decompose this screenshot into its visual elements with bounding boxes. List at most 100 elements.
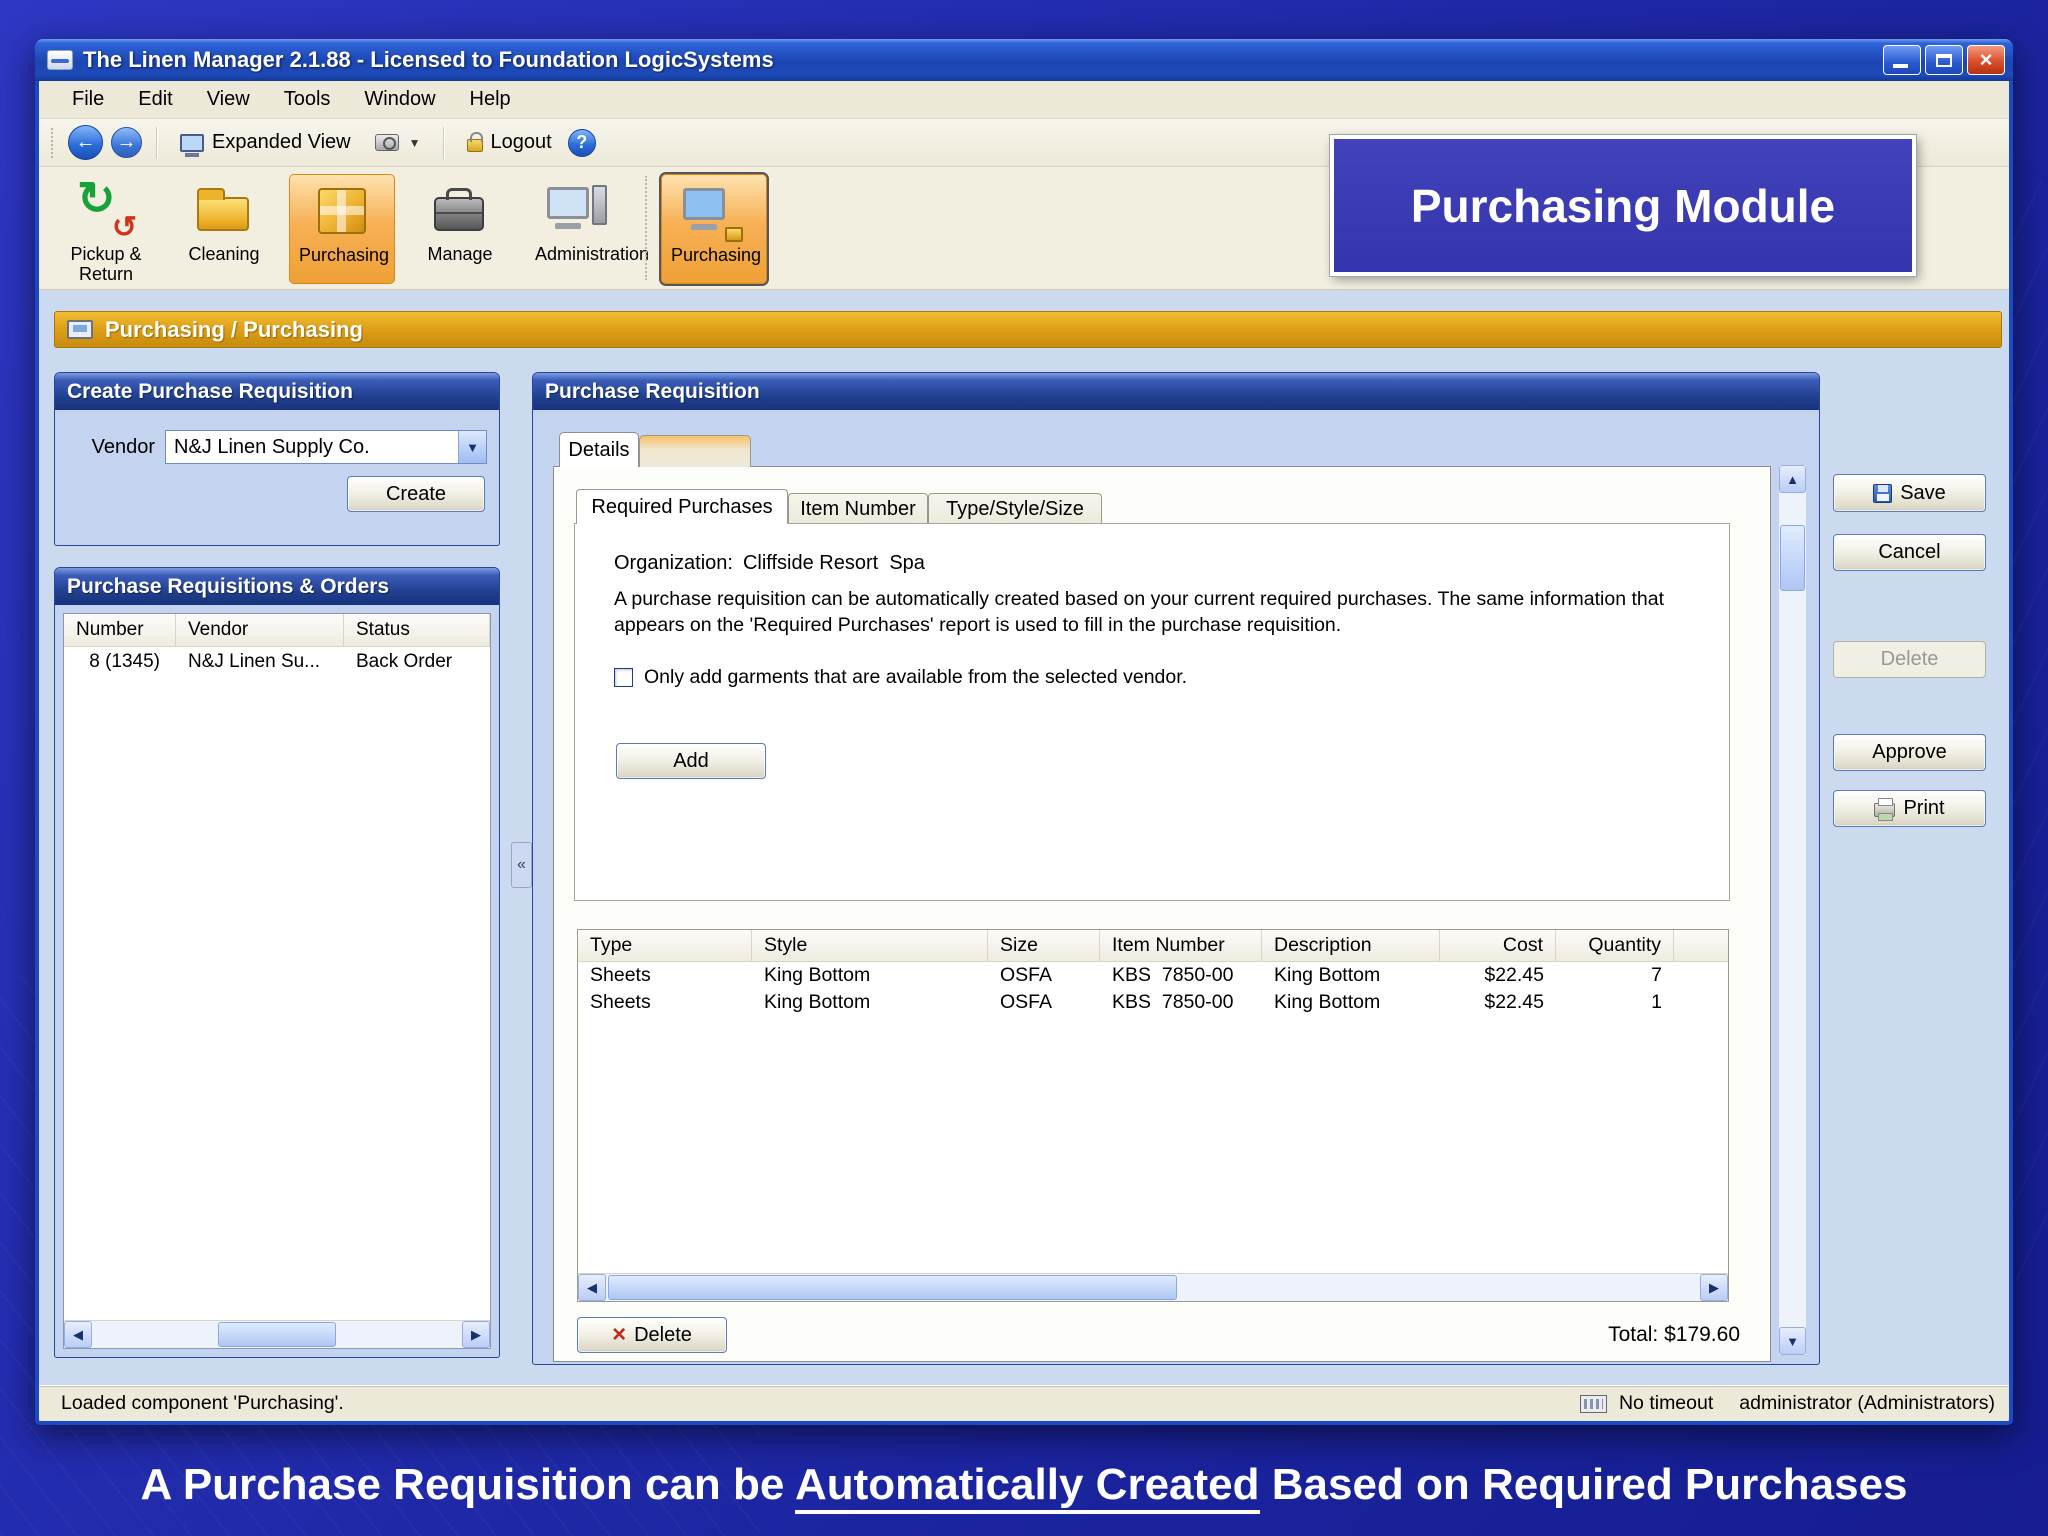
item-cost: $22.45: [1484, 991, 1544, 1013]
approve-button[interactable]: Approve: [1833, 734, 1986, 771]
list-item[interactable]: 8 (1345) N&J Linen Su... Back Order: [64, 647, 490, 676]
column-header-style[interactable]: Style: [752, 930, 988, 961]
logout-button[interactable]: Logout: [459, 127, 560, 158]
scrollbar-thumb[interactable]: [1780, 525, 1805, 591]
scroll-right-icon[interactable]: ▶: [462, 1321, 490, 1348]
requisitions-orders-panel: Purchase Requisitions & Orders Number Ve…: [54, 567, 500, 1358]
floppy-disk-icon: [1873, 483, 1893, 503]
help-button[interactable]: ?: [567, 128, 596, 157]
column-header-vendor[interactable]: Vendor: [176, 614, 344, 646]
table-row[interactable]: Sheets King Bottom OSFA KBS 7850-00 King…: [578, 962, 1728, 989]
back-button[interactable]: ←: [68, 125, 103, 160]
item-type: Sheets: [590, 964, 651, 986]
requisition-status: Back Order: [356, 650, 453, 672]
titlebar[interactable]: The Linen Manager 2.1.88 - Licensed to F…: [35, 39, 2013, 81]
status-message: Loaded component 'Purchasing'.: [61, 1392, 344, 1414]
column-header-quantity[interactable]: Quantity: [1556, 930, 1674, 961]
menu-tools[interactable]: Tools: [267, 82, 348, 117]
print-label: Print: [1903, 797, 1945, 819]
cancel-button[interactable]: Cancel: [1833, 534, 1986, 571]
cleaning-basket-icon: [191, 179, 257, 241]
panel-collapse-handle[interactable]: [511, 842, 532, 888]
forward-button[interactable]: →: [111, 127, 142, 158]
scroll-up-icon[interactable]: ▲: [1779, 465, 1806, 493]
close-button[interactable]: ×: [1967, 45, 2005, 75]
horizontal-scrollbar[interactable]: ◀ ▶: [64, 1320, 490, 1348]
minimize-button[interactable]: [1883, 45, 1921, 75]
add-button[interactable]: Add: [616, 743, 766, 779]
column-header-status[interactable]: Status: [344, 614, 490, 646]
inactive-tab[interactable]: [639, 435, 751, 467]
table-header: Type Style Size Item Number Description …: [578, 930, 1728, 962]
module-purchasing[interactable]: Purchasing: [289, 174, 395, 284]
vendor-dropdown-arrow-icon[interactable]: ▼: [458, 431, 486, 463]
print-button[interactable]: Print: [1833, 790, 1986, 827]
slide-caption: A Purchase Requisition can be Automatica…: [0, 1460, 2048, 1514]
maximize-icon: [1936, 53, 1952, 67]
item-size: OSFA: [1000, 964, 1053, 986]
column-header-cost[interactable]: Cost: [1440, 930, 1556, 961]
module-manage[interactable]: Manage: [407, 174, 513, 284]
horizontal-scrollbar[interactable]: ◀ ▶: [578, 1273, 1728, 1301]
logout-label: Logout: [490, 131, 552, 153]
scrollbar-track[interactable]: [1779, 493, 1806, 1327]
scroll-right-icon[interactable]: ▶: [1700, 1274, 1728, 1301]
save-label: Save: [1900, 481, 1946, 504]
scrollbar-thumb[interactable]: [608, 1275, 1177, 1300]
vendor-label: Vendor: [91, 435, 155, 458]
panel-title: Create Purchase Requisition: [55, 373, 499, 410]
module-banner: Purchasing Module: [1330, 135, 1916, 276]
app-icon: [47, 50, 73, 70]
toolbar-separator: [442, 126, 445, 159]
scrollbar-thumb[interactable]: [217, 1322, 337, 1347]
save-button[interactable]: Save: [1833, 474, 1986, 512]
table-row[interactable]: Sheets King Bottom OSFA KBS 7850-00 King…: [578, 989, 1728, 1016]
monitor-icon: [683, 188, 725, 230]
item-quantity: 7: [1651, 964, 1662, 986]
module-administration[interactable]: Administration: [525, 174, 649, 284]
scrollbar-track[interactable]: [92, 1321, 462, 1348]
create-button[interactable]: Create: [347, 476, 485, 512]
timeout-text: No timeout: [1618, 1392, 1714, 1414]
view-options-dropdown[interactable]: ▼: [367, 130, 429, 155]
logged-in-user: administrator (Administrators): [1739, 1392, 1995, 1414]
description-text: A purchase requisition can be automatica…: [614, 588, 1664, 636]
menu-file[interactable]: File: [55, 82, 121, 117]
delete-button[interactable]: Delete: [1833, 641, 1986, 678]
delete-label: Delete: [634, 1323, 692, 1346]
lock-icon: [466, 132, 483, 152]
menu-window[interactable]: Window: [347, 82, 452, 117]
tab-required-purchases[interactable]: Required Purchases: [576, 489, 788, 524]
expanded-view-button[interactable]: Expanded View: [172, 127, 359, 158]
tower-icon: [592, 185, 607, 225]
minimize-icon: [1893, 64, 1908, 68]
tab-type-style-size[interactable]: Type/Style/Size: [928, 493, 1102, 524]
module-label: Manage: [427, 244, 493, 264]
tab-item-number[interactable]: Item Number: [788, 493, 928, 524]
column-header-description[interactable]: Description: [1262, 930, 1440, 961]
column-header-item-number[interactable]: Item Number: [1100, 930, 1262, 961]
column-header-number[interactable]: Number: [64, 614, 176, 646]
scrollbar-track[interactable]: [606, 1274, 1700, 1301]
vendor-filter-checkbox[interactable]: [614, 668, 633, 687]
tab-details[interactable]: Details: [559, 432, 639, 467]
menu-help[interactable]: Help: [453, 82, 528, 117]
module-label: Pickup & Return: [70, 244, 142, 284]
item-style: King Bottom: [764, 991, 871, 1013]
scroll-left-icon[interactable]: ◀: [578, 1274, 606, 1301]
module-purchasing-active[interactable]: Purchasing: [659, 172, 769, 286]
column-header-type[interactable]: Type: [578, 930, 752, 961]
vertical-scrollbar[interactable]: ▲ ▼: [1779, 465, 1806, 1355]
module-cleaning[interactable]: Cleaning: [171, 174, 277, 284]
breadcrumb-icon: [67, 320, 93, 339]
menu-view[interactable]: View: [190, 82, 267, 117]
column-header-size[interactable]: Size: [988, 930, 1100, 961]
vendor-select[interactable]: N&J Linen Supply Co. ▼: [165, 430, 487, 464]
maximize-button[interactable]: [1925, 45, 1963, 75]
module-pickup-return[interactable]: Pickup & Return: [53, 174, 159, 284]
menu-edit[interactable]: Edit: [121, 82, 189, 117]
scroll-left-icon[interactable]: ◀: [64, 1321, 92, 1348]
delete-item-button[interactable]: × Delete: [577, 1317, 727, 1353]
scroll-down-icon[interactable]: ▼: [1779, 1327, 1806, 1355]
column-header-filler: [1674, 930, 1728, 961]
